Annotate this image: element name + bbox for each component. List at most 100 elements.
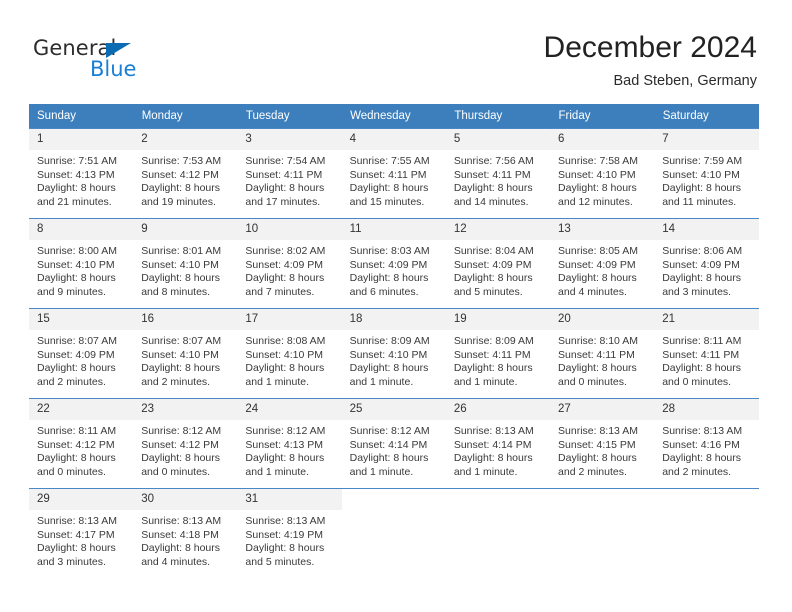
week-row: 1 Sunrise: 7:51 AM Sunset: 4:13 PM Dayli… — [29, 128, 759, 219]
sunset-text: Sunset: 4:09 PM — [349, 258, 428, 271]
day-number: 26 — [445, 399, 551, 420]
daylight-text-line2: and 12 minutes. — [558, 195, 633, 208]
sunset-text: Sunset: 4:11 PM — [662, 348, 740, 361]
week-row: 8 Sunrise: 8:00 AM Sunset: 4:10 PM Dayli… — [29, 218, 759, 309]
sunrise-text: Sunrise: 8:00 AM — [37, 245, 117, 257]
day-details: Sunrise: 8:12 AM Sunset: 4:13 PM Dayligh… — [237, 420, 341, 479]
day-number: 24 — [237, 399, 342, 420]
daylight-text-line1: Daylight: 8 hours — [349, 182, 429, 195]
day-details: Sunrise: 7:58 AM Sunset: 4:10 PM Dayligh… — [550, 150, 654, 209]
day-cell[interactable]: 19 Sunrise: 8:09 AM Sunset: 4:11 PM Dayl… — [445, 308, 551, 399]
sunrise-text: Sunrise: 8:06 AM — [662, 245, 743, 257]
day-number: 14 — [654, 219, 759, 240]
day-details: Sunrise: 8:11 AM Sunset: 4:11 PM Dayligh… — [654, 330, 758, 389]
day-cell[interactable]: 24 Sunrise: 8:12 AM Sunset: 4:13 PM Dayl… — [237, 398, 342, 489]
sunset-text: Sunset: 4:14 PM — [453, 438, 532, 451]
day-cell[interactable]: 23 Sunrise: 8:12 AM Sunset: 4:12 PM Dayl… — [133, 398, 238, 489]
day-cell[interactable]: 18 Sunrise: 8:09 AM Sunset: 4:10 PM Dayl… — [341, 308, 446, 399]
sunrise-text: Sunrise: 7:58 AM — [558, 155, 638, 167]
daylight-text-line2: and 1 minute. — [349, 375, 414, 388]
day-number: 17 — [237, 309, 342, 330]
sunset-text: Sunset: 4:15 PM — [558, 438, 636, 451]
daylight-text-line1: Daylight: 8 hours — [558, 272, 637, 285]
daylight-text-line1: Daylight: 8 hours — [245, 542, 325, 555]
day-cell[interactable]: 22 Sunrise: 8:11 AM Sunset: 4:12 PM Dayl… — [29, 398, 134, 489]
day-cell[interactable]: 10 Sunrise: 8:02 AM Sunset: 4:09 PM Dayl… — [237, 218, 342, 309]
day-cell[interactable]: 20 Sunrise: 8:10 AM Sunset: 4:11 PM Dayl… — [550, 308, 655, 399]
sunrise-text: Sunrise: 8:07 AM — [37, 335, 117, 347]
title-block: December 2024 Bad Steben, Germany — [544, 30, 757, 90]
daylight-text-line2: and 8 minutes. — [141, 285, 211, 298]
day-cell[interactable]: 31 Sunrise: 8:13 AM Sunset: 4:19 PM Dayl… — [237, 488, 342, 579]
day-cell[interactable]: 14 Sunrise: 8:06 AM Sunset: 4:09 PM Dayl… — [654, 218, 759, 309]
day-number: 18 — [341, 309, 446, 330]
weekday-header-monday: Monday — [133, 104, 238, 129]
day-cell[interactable]: 21 Sunrise: 8:11 AM Sunset: 4:11 PM Dayl… — [654, 308, 759, 399]
sunset-text: Sunset: 4:16 PM — [662, 438, 740, 451]
day-number — [445, 489, 551, 510]
day-cell[interactable]: 26 Sunrise: 8:13 AM Sunset: 4:14 PM Dayl… — [445, 398, 551, 489]
daylight-text-line1: Daylight: 8 hours — [662, 452, 742, 465]
day-cell[interactable]: 5 Sunrise: 7:56 AM Sunset: 4:11 PM Dayli… — [445, 128, 551, 219]
day-cell[interactable]: 30 Sunrise: 8:13 AM Sunset: 4:18 PM Dayl… — [133, 488, 238, 579]
daylight-text-line1: Daylight: 8 hours — [453, 452, 533, 465]
day-cell-empty — [341, 488, 446, 579]
day-cell[interactable]: 28 Sunrise: 8:13 AM Sunset: 4:16 PM Dayl… — [654, 398, 759, 489]
daylight-text-line2: and 21 minutes. — [37, 195, 112, 208]
weekday-header-friday: Friday — [550, 104, 655, 129]
sunset-text: Sunset: 4:09 PM — [245, 258, 324, 271]
sunset-text: Sunset: 4:10 PM — [662, 168, 740, 181]
day-number: 16 — [133, 309, 238, 330]
sunset-text: Sunset: 4:09 PM — [558, 258, 636, 271]
day-details: Sunrise: 7:51 AM Sunset: 4:13 PM Dayligh… — [29, 150, 133, 209]
sunrise-text: Sunrise: 8:07 AM — [141, 335, 222, 347]
day-details: Sunrise: 8:01 AM Sunset: 4:10 PM Dayligh… — [133, 240, 237, 299]
daylight-text-line2: and 3 minutes. — [662, 285, 732, 298]
sunrise-text: Sunrise: 8:03 AM — [349, 245, 430, 257]
daylight-text-line1: Daylight: 8 hours — [453, 362, 533, 375]
day-cell[interactable]: 4 Sunrise: 7:55 AM Sunset: 4:11 PM Dayli… — [341, 128, 446, 219]
daylight-text-line1: Daylight: 8 hours — [245, 362, 325, 375]
day-number: 29 — [29, 489, 134, 510]
day-cell[interactable]: 6 Sunrise: 7:58 AM Sunset: 4:10 PM Dayli… — [550, 128, 655, 219]
daylight-text-line2: and 6 minutes. — [349, 285, 419, 298]
sunrise-text: Sunrise: 8:12 AM — [141, 425, 222, 437]
day-cell[interactable]: 3 Sunrise: 7:54 AM Sunset: 4:11 PM Dayli… — [237, 128, 342, 219]
day-number: 30 — [133, 489, 238, 510]
sunset-text: Sunset: 4:09 PM — [37, 348, 115, 361]
day-cell[interactable]: 7 Sunrise: 7:59 AM Sunset: 4:10 PM Dayli… — [654, 128, 759, 219]
day-cell[interactable]: 16 Sunrise: 8:07 AM Sunset: 4:10 PM Dayl… — [133, 308, 238, 399]
sunrise-text: Sunrise: 8:09 AM — [453, 335, 534, 347]
day-cell[interactable]: 1 Sunrise: 7:51 AM Sunset: 4:13 PM Dayli… — [29, 128, 134, 219]
daylight-text-line1: Daylight: 8 hours — [141, 362, 220, 375]
day-cell[interactable]: 8 Sunrise: 8:00 AM Sunset: 4:10 PM Dayli… — [29, 218, 134, 309]
daylight-text-line1: Daylight: 8 hours — [453, 272, 533, 285]
day-number: 12 — [445, 219, 551, 240]
daylight-text-line1: Daylight: 8 hours — [349, 362, 429, 375]
day-cell[interactable]: 2 Sunrise: 7:53 AM Sunset: 4:12 PM Dayli… — [133, 128, 238, 219]
day-cell[interactable]: 9 Sunrise: 8:01 AM Sunset: 4:10 PM Dayli… — [133, 218, 238, 309]
daylight-text-line1: Daylight: 8 hours — [141, 272, 220, 285]
weekday-header-sunday: Sunday — [29, 104, 134, 129]
generalblue-logo[interactable]: General Blue — [33, 36, 213, 88]
sunrise-text: Sunrise: 8:12 AM — [349, 425, 430, 437]
day-number: 4 — [341, 129, 446, 150]
day-cell[interactable]: 29 Sunrise: 8:13 AM Sunset: 4:17 PM Dayl… — [29, 488, 134, 579]
day-cell[interactable]: 12 Sunrise: 8:04 AM Sunset: 4:09 PM Dayl… — [445, 218, 551, 309]
daylight-text-line2: and 0 minutes. — [37, 465, 106, 478]
day-cell[interactable]: 13 Sunrise: 8:05 AM Sunset: 4:09 PM Dayl… — [550, 218, 655, 309]
day-cell[interactable]: 15 Sunrise: 8:07 AM Sunset: 4:09 PM Dayl… — [29, 308, 134, 399]
weekday-header-thursday: Thursday — [445, 104, 551, 129]
day-cell[interactable]: 11 Sunrise: 8:03 AM Sunset: 4:09 PM Dayl… — [341, 218, 446, 309]
sunrise-text: Sunrise: 7:53 AM — [141, 155, 222, 167]
daylight-text-line2: and 0 minutes. — [558, 375, 627, 388]
sunrise-text: Sunrise: 7:54 AM — [245, 155, 326, 167]
day-cell[interactable]: 17 Sunrise: 8:08 AM Sunset: 4:10 PM Dayl… — [237, 308, 342, 399]
day-cell[interactable]: 25 Sunrise: 8:12 AM Sunset: 4:14 PM Dayl… — [341, 398, 446, 489]
page-subtitle: Bad Steben, Germany — [613, 73, 757, 89]
day-cell[interactable]: 27 Sunrise: 8:13 AM Sunset: 4:15 PM Dayl… — [550, 398, 655, 489]
week-row: 29 Sunrise: 8:13 AM Sunset: 4:17 PM Dayl… — [29, 488, 759, 579]
day-number: 9 — [133, 219, 238, 240]
day-details: Sunrise: 8:09 AM Sunset: 4:11 PM Dayligh… — [446, 330, 550, 389]
day-details: Sunrise: 8:12 AM Sunset: 4:14 PM Dayligh… — [342, 420, 446, 479]
